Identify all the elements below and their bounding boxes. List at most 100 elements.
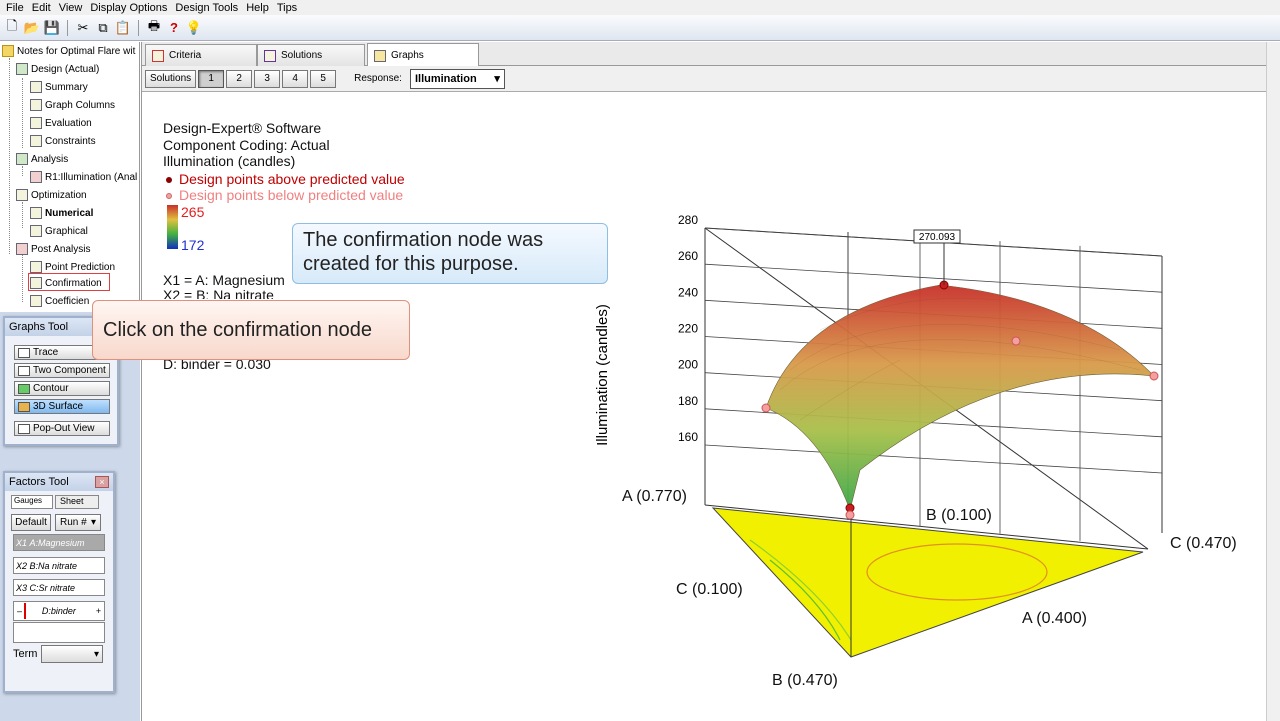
menu-view[interactable]: View xyxy=(57,2,89,14)
tree-item-coefficients[interactable]: Coefficien xyxy=(30,293,89,309)
tree-item-r1-illumination[interactable]: R1:Illumination (Anal xyxy=(30,169,137,185)
tab-gauges[interactable]: Gauges xyxy=(11,495,53,509)
menu-design-tools[interactable]: Design Tools xyxy=(173,2,244,14)
3d-surface-icon xyxy=(18,401,30,412)
solutions-label: Solutions xyxy=(145,69,197,88)
factor-a-magnesium[interactable]: X1 A:Magnesium xyxy=(13,534,105,551)
tree-item-label: Point Prediction xyxy=(45,261,116,273)
solutions-bar: Solutions 1 2 3 4 5 Response: Illuminati… xyxy=(142,66,1280,92)
run-number-dropdown[interactable]: Run # ▾ xyxy=(55,514,101,531)
open-icon[interactable]: 📂 xyxy=(24,20,40,36)
copy-icon[interactable]: ⧉ xyxy=(95,20,111,36)
tree-item-label: Graphical xyxy=(45,225,88,237)
legend-coding: Component Coding: Actual xyxy=(163,137,330,153)
graphical-icon xyxy=(30,225,42,237)
toolbar-divider xyxy=(67,19,68,36)
tree-item-numerical[interactable]: Numerical xyxy=(30,205,93,221)
point-prediction-icon xyxy=(30,261,42,273)
menu-help[interactable]: Help xyxy=(244,2,275,14)
button-label: Pop-Out View xyxy=(33,423,95,434)
tree-root[interactable]: Notes for Optimal Flare wit xyxy=(2,43,135,59)
confirmation-icon xyxy=(30,277,42,289)
new-icon[interactable]: 🗋 xyxy=(4,18,20,36)
help-icon[interactable]: ? xyxy=(166,20,182,36)
close-icon[interactable]: × xyxy=(95,476,109,488)
tree-item-label: Summary xyxy=(45,81,88,93)
default-button[interactable]: Default xyxy=(11,514,51,531)
tree-item-label: Analysis xyxy=(31,153,69,165)
legend-x1: X1 = A: Magnesium xyxy=(163,272,285,288)
paste-icon[interactable]: 📋 xyxy=(115,20,131,36)
slider-plus[interactable]: + xyxy=(96,606,101,616)
menu-tips[interactable]: Tips xyxy=(275,2,303,14)
tree-item-optimization[interactable]: Optimization xyxy=(16,187,87,203)
factor-name: B:Na nitrate xyxy=(29,560,78,571)
slider-minus[interactable]: – xyxy=(17,606,22,616)
pop-out-view-button[interactable]: Pop-Out View xyxy=(14,421,110,436)
binder-slider[interactable]: – D:binder + xyxy=(13,601,105,621)
tree-item-evaluation[interactable]: Evaluation xyxy=(30,115,92,131)
chevron-down-icon: ▾ xyxy=(93,648,99,660)
dark-dot-icon xyxy=(166,177,172,184)
tree-line xyxy=(22,202,23,228)
menu-display-options[interactable]: Display Options xyxy=(88,2,173,14)
tree-item-confirmation[interactable]: Confirmation xyxy=(30,275,102,291)
legend-response: Illumination (candles) xyxy=(163,153,296,169)
tree-item-constraints[interactable]: Constraints xyxy=(30,133,96,149)
contour-button[interactable]: Contour xyxy=(14,381,110,396)
toolbar-divider xyxy=(138,19,139,36)
legend-x2: X2 = B: Na nitrate xyxy=(163,287,274,299)
factor-b-na-nitrate[interactable]: X2 B:Na nitrate xyxy=(13,557,105,574)
slider-label: D:binder xyxy=(41,606,76,616)
tree-item-label: Design (Actual) xyxy=(31,63,100,75)
factor-value-field[interactable] xyxy=(13,622,105,643)
solution-1-button[interactable]: 1 xyxy=(198,69,225,88)
tree-root-label: Notes for Optimal Flare wit xyxy=(17,45,136,57)
vertical-scrollbar[interactable] xyxy=(1266,42,1280,721)
tree-item-graphical[interactable]: Graphical xyxy=(30,223,88,239)
response-value: Illumination xyxy=(414,72,477,85)
solution-2-button[interactable]: 2 xyxy=(226,69,253,88)
factors-tool-panel: Factors Tool × Gauges Sheet Default Run … xyxy=(3,471,115,693)
menu-file[interactable]: File xyxy=(4,2,30,14)
print-icon[interactable]: 🖶 xyxy=(146,18,162,36)
solution-3-button[interactable]: 3 xyxy=(254,69,281,88)
tree-item-analysis[interactable]: Analysis xyxy=(16,151,68,167)
tree-line xyxy=(22,166,23,176)
factor-c-sr-nitrate[interactable]: X3 C:Sr nitrate xyxy=(13,579,105,596)
term-dropdown[interactable]: ▾ xyxy=(41,645,103,663)
factor-name: C:Sr nitrate xyxy=(29,582,76,593)
response-label: Response: xyxy=(354,73,402,84)
tree-item-post-analysis[interactable]: Post Analysis xyxy=(16,241,90,257)
tree-item-design[interactable]: Design (Actual) xyxy=(16,61,99,77)
tree-item-summary[interactable]: Summary xyxy=(30,79,88,95)
tree-item-label: Numerical xyxy=(45,207,94,219)
folder-icon xyxy=(2,45,14,57)
two-component-button[interactable]: Two Component xyxy=(14,363,110,378)
tab-label: Criteria xyxy=(169,50,202,61)
scale-min: 172 xyxy=(181,237,205,253)
tab-graphs[interactable]: Graphs xyxy=(367,43,479,67)
legend-below: Design points below predicted value xyxy=(166,187,403,203)
tip-icon[interactable]: 💡 xyxy=(186,20,202,36)
contour-icon xyxy=(18,383,30,394)
tab-criteria[interactable]: Criteria xyxy=(145,44,257,66)
tree-item-label: Constraints xyxy=(45,135,96,147)
term-label: Term xyxy=(13,648,38,660)
save-icon[interactable]: 💾 xyxy=(44,20,60,36)
run-label: Run # xyxy=(60,517,87,528)
tree-item-label: Graph Columns xyxy=(45,99,116,111)
3d-surface-button[interactable]: 3D Surface xyxy=(14,399,110,414)
toolbar: 🗋 📂 💾 ✂ ⧉ 📋 🖶 ? 💡 xyxy=(0,15,1280,41)
solution-5-button[interactable]: 5 xyxy=(310,69,337,88)
response-dropdown[interactable]: Illumination ▾ xyxy=(409,68,505,89)
menu-edit[interactable]: Edit xyxy=(30,2,57,14)
factor-name: A:Magnesium xyxy=(29,537,85,548)
tab-solutions[interactable]: Solutions xyxy=(257,44,365,66)
solution-4-button[interactable]: 4 xyxy=(282,69,309,88)
tab-sheet[interactable]: Sheet xyxy=(55,495,99,509)
coefficients-icon xyxy=(30,295,42,307)
slider-handle[interactable] xyxy=(24,603,26,619)
cut-icon[interactable]: ✂ xyxy=(75,20,91,36)
tree-item-graph-columns[interactable]: Graph Columns xyxy=(30,97,115,113)
